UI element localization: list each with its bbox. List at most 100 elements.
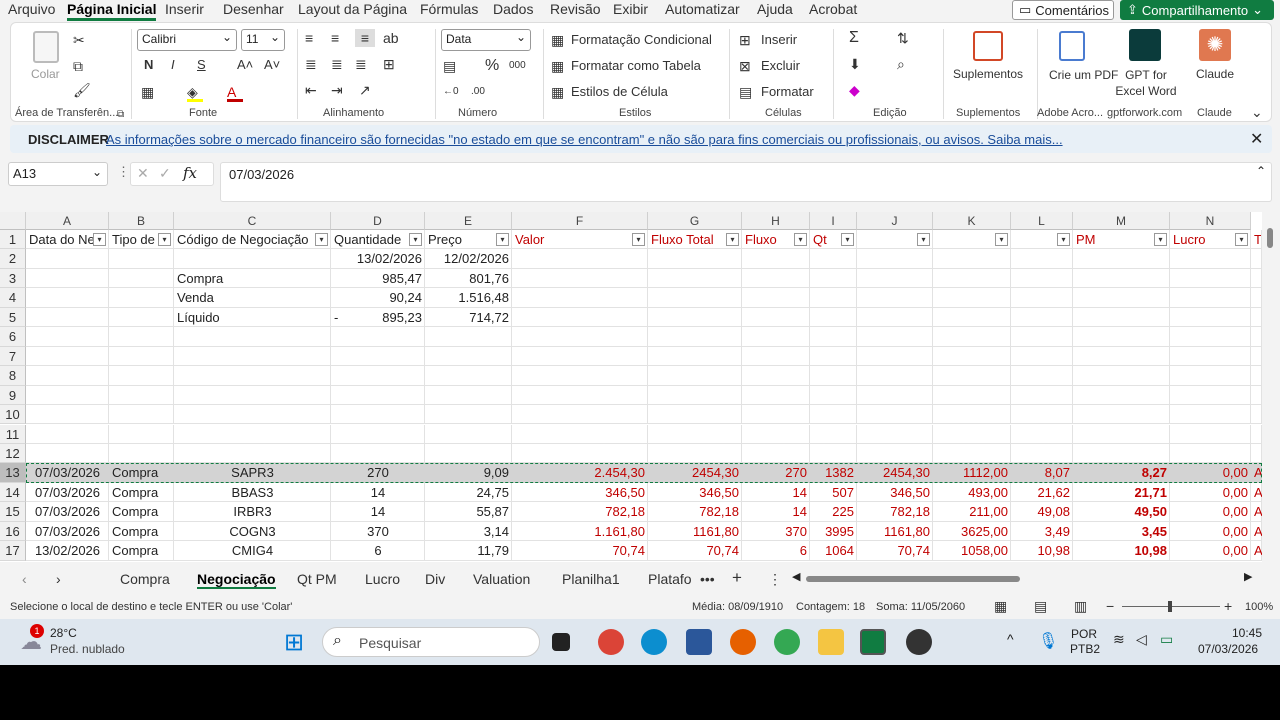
align-center-icon[interactable]: ≣ xyxy=(331,55,343,73)
claude-button[interactable]: Claude xyxy=(1196,67,1234,81)
table-header-cell[interactable]: Código de Negociação ▾ xyxy=(174,230,331,250)
cell[interactable] xyxy=(425,346,512,367)
create-pdf-button[interactable]: Crie um PDF xyxy=(1049,67,1118,83)
cell[interactable] xyxy=(648,443,742,464)
table-cell[interactable]: 3995 xyxy=(810,522,857,541)
cell[interactable] xyxy=(109,346,174,367)
column-header[interactable]: J xyxy=(857,212,933,230)
cell[interactable] xyxy=(648,405,742,425)
filter-dropdown-icon[interactable]: ▾ xyxy=(315,233,328,246)
cell[interactable] xyxy=(512,405,648,425)
summary-value[interactable]: 895,23 xyxy=(331,308,425,327)
row-header[interactable]: 15 xyxy=(0,502,26,522)
cell[interactable] xyxy=(331,424,425,444)
table-cell[interactable]: 507 xyxy=(810,483,857,502)
cell[interactable] xyxy=(1011,385,1073,405)
column-header[interactable]: A xyxy=(26,212,109,230)
column-header[interactable]: M xyxy=(1073,212,1170,230)
windows-start-icon[interactable]: ⊞ xyxy=(284,628,304,657)
tab-lucro[interactable]: Lucro xyxy=(365,571,400,587)
gpt-logo-icon[interactable] xyxy=(1129,29,1161,61)
table-cell[interactable]: 1161,80 xyxy=(648,522,742,541)
row-header[interactable]: 16 xyxy=(0,521,26,542)
edge-icon[interactable] xyxy=(641,629,667,655)
cell[interactable] xyxy=(742,366,810,386)
table-cell[interactable]: 493,00 xyxy=(933,483,1011,502)
cell[interactable] xyxy=(109,385,174,405)
status-sum[interactable]: Soma: 11/05/2060 xyxy=(876,601,965,613)
filter-dropdown-icon[interactable]: ▾ xyxy=(794,233,807,246)
table-cell[interactable]: 11,79 xyxy=(425,541,512,560)
table-cell[interactable]: 14 xyxy=(331,483,425,502)
table-cell[interactable]: 10,98 xyxy=(1011,541,1073,560)
cell[interactable] xyxy=(933,443,1011,464)
filter-dropdown-icon[interactable]: ▾ xyxy=(158,233,171,246)
cell[interactable] xyxy=(174,424,331,444)
cell[interactable] xyxy=(742,405,810,425)
table-cell[interactable]: 0,00 xyxy=(1170,483,1251,502)
cell[interactable] xyxy=(26,385,109,405)
table-header-cell[interactable]: ▾ xyxy=(857,230,933,250)
table-cell[interactable]: 70,74 xyxy=(512,541,648,560)
table-cell[interactable]: Compra xyxy=(109,502,174,521)
thousands-icon[interactable]: 000 xyxy=(509,57,526,75)
italic-icon[interactable]: I xyxy=(171,57,175,72)
number-format-select[interactable]: Data xyxy=(441,29,531,51)
cell[interactable] xyxy=(1251,268,1262,289)
table-header-cell[interactable]: T xyxy=(1251,230,1262,250)
column-header[interactable]: B xyxy=(109,212,174,230)
cancel-icon[interactable]: ✕ xyxy=(137,165,149,182)
table-cell[interactable]: 21,62 xyxy=(1011,483,1073,502)
table-cell[interactable]: 70,74 xyxy=(857,541,933,560)
table-cell[interactable]: 10,98 xyxy=(1073,541,1170,560)
filter-dropdown-icon[interactable]: ▾ xyxy=(1235,233,1248,246)
cell[interactable] xyxy=(933,366,1011,386)
cell[interactable] xyxy=(109,443,174,464)
row-header[interactable]: 1 xyxy=(0,230,26,250)
cell[interactable] xyxy=(26,288,109,308)
cell[interactable] xyxy=(26,424,109,444)
row-header[interactable]: 9 xyxy=(0,385,26,405)
menu-inserir[interactable]: Inserir xyxy=(165,1,204,17)
cell[interactable] xyxy=(1251,424,1262,444)
cell[interactable] xyxy=(1011,443,1073,464)
cell[interactable] xyxy=(425,405,512,425)
summary-label-compra[interactable]: Compra xyxy=(174,269,331,288)
close-icon[interactable]: ✕ xyxy=(1250,129,1263,149)
cell[interactable] xyxy=(425,443,512,464)
align-bottom-icon[interactable]: ≡ xyxy=(355,29,375,47)
cell[interactable] xyxy=(648,366,742,386)
cell[interactable] xyxy=(174,443,331,464)
chrome-icon[interactable] xyxy=(598,629,624,655)
increase-indent-icon[interactable]: ⇥ xyxy=(331,81,343,99)
hscroll-thumb[interactable] xyxy=(806,576,1020,582)
table-cell[interactable]: 1.161,80 xyxy=(512,522,648,541)
ribbon-collapse-icon[interactable]: ⌄ xyxy=(1251,103,1263,121)
row-header[interactable]: 11 xyxy=(0,424,26,444)
filter-dropdown-icon[interactable]: ▾ xyxy=(917,233,930,246)
table-cell[interactable]: Compra xyxy=(109,483,174,502)
summary-label-liquido[interactable]: Líquido xyxy=(174,308,331,327)
cell[interactable] xyxy=(1073,307,1170,328)
cell[interactable] xyxy=(1073,424,1170,444)
cell[interactable] xyxy=(512,288,648,308)
format-painter-icon[interactable]: 🖌 xyxy=(73,81,91,99)
currency-icon[interactable]: ▤ xyxy=(443,57,456,75)
cell[interactable] xyxy=(425,327,512,347)
cell[interactable] xyxy=(857,443,933,464)
table-header-cell[interactable]: PM ▾ xyxy=(1073,230,1170,250)
tab-qt-pm[interactable]: Qt PM xyxy=(297,571,337,587)
cell[interactable] xyxy=(1011,424,1073,444)
tab-negociacao[interactable]: Negociação xyxy=(197,571,276,589)
cell[interactable] xyxy=(857,288,933,308)
align-right-icon[interactable]: ≣ xyxy=(355,55,367,73)
cell[interactable] xyxy=(1170,249,1251,269)
obs-icon[interactable] xyxy=(906,629,932,655)
table-cell[interactable]: 346,50 xyxy=(857,483,933,502)
table-cell[interactable]: 21,71 xyxy=(1073,483,1170,502)
cell[interactable] xyxy=(1073,249,1170,269)
row-header[interactable]: 4 xyxy=(0,288,26,308)
table-cell[interactable]: 49,50 xyxy=(1073,502,1170,521)
table-cell[interactable]: 3,14 xyxy=(425,522,512,541)
cell[interactable] xyxy=(26,405,109,425)
